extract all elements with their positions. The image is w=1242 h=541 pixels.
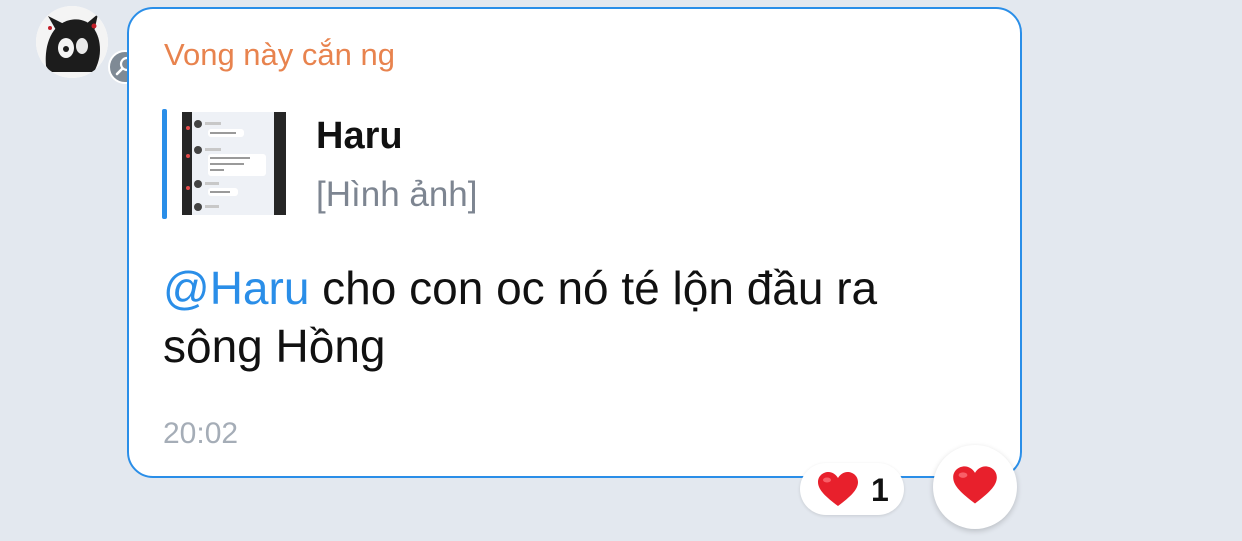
reply-quote[interactable]: Haru [Hình ảnh] bbox=[162, 109, 562, 219]
message-time: 20:02 bbox=[163, 417, 239, 450]
avatar-image bbox=[36, 6, 108, 78]
quote-author: Haru bbox=[316, 115, 403, 157]
sender-avatar[interactable] bbox=[36, 6, 142, 84]
quote-preview: [Hình ảnh] bbox=[316, 175, 478, 214]
reaction-summary[interactable]: 1 bbox=[800, 463, 904, 515]
message-text-line2: sông Hồng bbox=[163, 320, 386, 372]
quote-accent-bar bbox=[162, 109, 167, 219]
reaction-count: 1 bbox=[871, 472, 889, 508]
quote-image-thumbnail bbox=[182, 112, 286, 215]
sender-name[interactable]: Vong này cắn ng bbox=[164, 37, 395, 73]
message-text-line1: cho con oc nó té lộn đầu ra bbox=[309, 262, 878, 314]
heart-icon bbox=[818, 472, 858, 506]
heart-icon bbox=[953, 466, 997, 504]
mention-link[interactable]: @Haru bbox=[163, 262, 309, 314]
message-text: @Haru cho con oc nó té lộn đầu ra sông H… bbox=[163, 259, 1003, 375]
react-button[interactable] bbox=[933, 445, 1017, 529]
message-bubble[interactable]: Vong này cắn ng Haru [Hình ảnh] @Haru ch… bbox=[127, 7, 1022, 478]
